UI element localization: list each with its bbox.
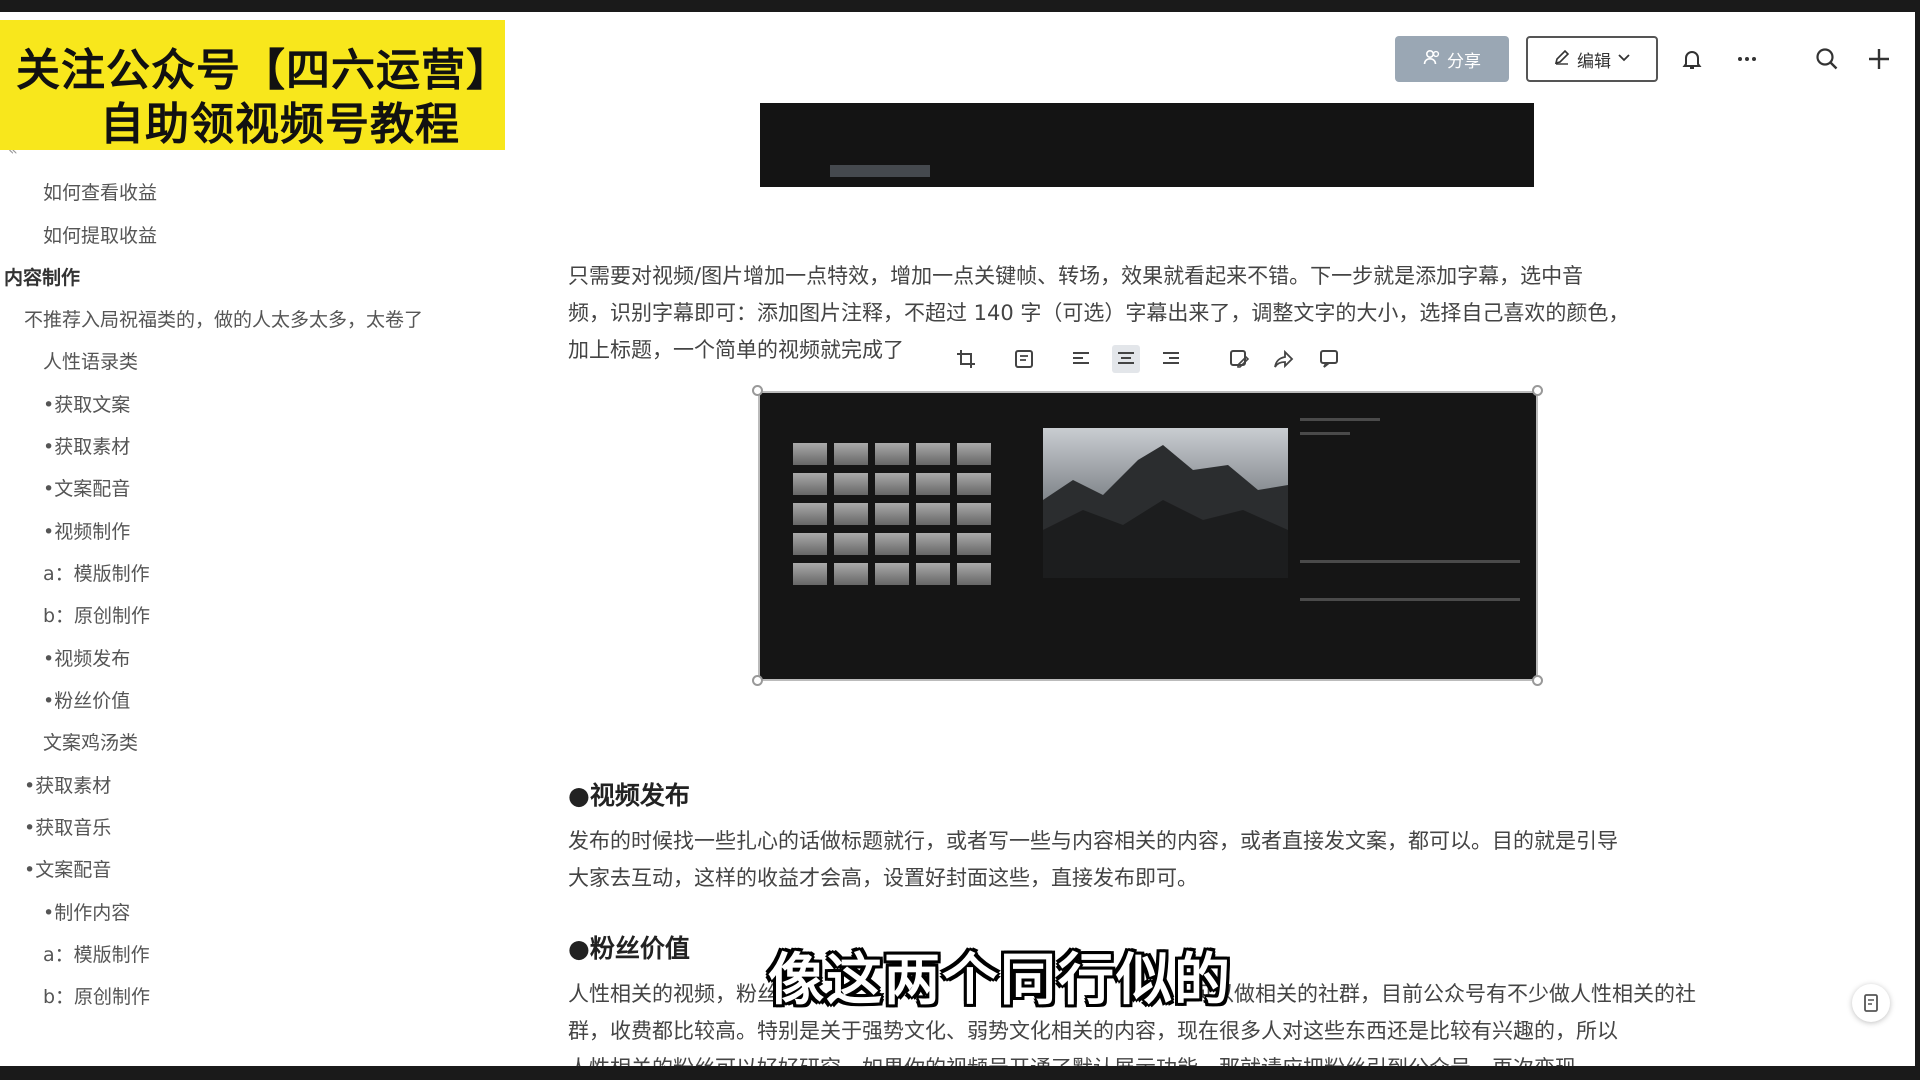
share-icon[interactable] <box>1270 345 1298 373</box>
outline-item[interactable]: 不推荐入局祝福类的，做的人太多太多，太卷了 <box>24 305 423 332</box>
edit-button[interactable]: 编辑 <box>1526 36 1658 82</box>
paragraph-line: 发布的时候找一些扎心的话做标题就行，或者写一些与内容相关的内容，或者直接发文案，… <box>568 829 1618 853</box>
content-image-top[interactable] <box>760 103 1534 187</box>
paragraph-line: 群，收费都比较高。特别是关于强势文化、弱势文化相关的内容，现在很多人对这些东西还… <box>568 1019 1618 1043</box>
outline-item[interactable]: 如何提取收益 <box>43 221 157 248</box>
panel-line <box>1300 560 1520 563</box>
align-center-icon[interactable] <box>1112 345 1140 373</box>
paragraph-line: 大家去互动，这样的收益才会高，设置好封面这些，直接发布即可。 <box>568 866 1198 890</box>
share-button-label: 分享 <box>1447 51 1481 72</box>
outline-item[interactable]: •获取素材 <box>43 432 130 459</box>
note-icon[interactable] <box>1010 345 1038 373</box>
outline-item[interactable]: •视频制作 <box>43 517 130 544</box>
panel-line <box>1300 598 1520 601</box>
promo-banner-line2: 自助领视频号教程 <box>100 99 460 150</box>
section-heading: ●视频发布 <box>568 781 690 810</box>
outline-item[interactable]: b：原创制作 <box>43 982 150 1009</box>
screen-top-bar <box>0 0 1920 12</box>
mountain-image <box>1043 445 1288 578</box>
panel-line <box>1300 432 1350 435</box>
resize-handle[interactable] <box>752 675 763 686</box>
crop-icon[interactable] <box>952 345 980 373</box>
paragraph-line: 只需要对视频/图片增加一点特效，增加一点关键帧、转场，效果就看起来不错。下一步就… <box>568 264 1584 288</box>
paragraph-line: 频，识别字幕即可：添加图片注释，不超过 140 字（可选）字幕出来了，调整文字的… <box>568 301 1630 325</box>
outline-item[interactable]: 内容制作 <box>4 263 80 290</box>
share-button[interactable]: 分享 <box>1395 36 1509 82</box>
promo-banner: 关注公众号【四六运营】 自助领视频号教程 <box>0 20 510 150</box>
outline-item[interactable]: •文案配音 <box>24 855 111 882</box>
user-icon <box>1423 48 1441 71</box>
resize-handle[interactable] <box>752 385 763 396</box>
resize-handle[interactable] <box>1532 385 1543 396</box>
screen-bottom-bar <box>0 1066 1920 1080</box>
outline-item[interactable]: •获取素材 <box>24 771 111 798</box>
outline-item[interactable]: •制作内容 <box>43 898 130 925</box>
align-left-icon[interactable] <box>1067 345 1095 373</box>
paragraph-line: 可以做相关的社群，目前公众号有不少做人性相关的社 <box>1192 982 1696 1006</box>
outline-item[interactable]: 人性语录类 <box>43 347 138 374</box>
outline-item[interactable]: •获取文案 <box>43 390 130 417</box>
resize-handle[interactable] <box>1532 675 1543 686</box>
comment-icon[interactable] <box>1315 345 1343 373</box>
edit-image-icon[interactable] <box>1225 345 1253 373</box>
outline-item[interactable]: •视频发布 <box>43 644 130 671</box>
search-icon[interactable] <box>1810 42 1844 76</box>
outline-item[interactable]: a：模版制作 <box>43 559 150 586</box>
outline-item[interactable]: 如何查看收益 <box>43 178 157 205</box>
outline-item[interactable]: •获取音乐 <box>24 813 111 840</box>
outline-item[interactable]: •粉丝价值 <box>43 686 130 713</box>
outline-item[interactable]: b：原创制作 <box>43 601 150 628</box>
doc-icon[interactable] <box>1852 984 1890 1022</box>
outline-item[interactable]: •文案配音 <box>43 474 130 501</box>
paragraph-line: 人性相关的视频，粉丝 <box>568 982 778 1006</box>
paragraph-line: 加上标题，一个简单的视频就完成了 <box>568 338 904 362</box>
panel-line <box>1300 418 1380 421</box>
screen-right-bar <box>1915 12 1920 1066</box>
outline-item[interactable]: 文案鸡汤类 <box>43 728 138 755</box>
align-right-icon[interactable] <box>1157 345 1185 373</box>
chevron-down-icon <box>1617 49 1631 69</box>
more-icon[interactable] <box>1730 42 1764 76</box>
video-subtitle: 像这两个同行似的 <box>768 948 1232 1013</box>
paragraph-line: 人性相关的粉丝可以好好研究，如果你的视频号开通了默认展示功能，那就请应把粉丝引到… <box>568 1050 1576 1066</box>
bell-icon[interactable] <box>1675 42 1709 76</box>
outline-item[interactable]: a：模版制作 <box>43 940 150 967</box>
edit-button-label: 编辑 <box>1577 51 1611 72</box>
plus-icon[interactable] <box>1862 42 1896 76</box>
pencil-icon <box>1553 48 1571 71</box>
section-heading: ●粉丝价值 <box>568 934 690 963</box>
